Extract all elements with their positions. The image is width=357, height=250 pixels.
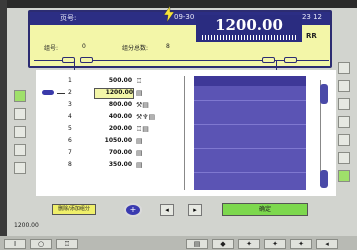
mode-button-4[interactable] (14, 144, 26, 156)
header-right-label: 23 12 (301, 13, 322, 21)
row-value: 700.00 (108, 149, 132, 156)
add-icon[interactable]: + (124, 203, 142, 217)
side-button-3[interactable] (338, 98, 350, 110)
tools-icon: ⚒▤ (136, 101, 149, 109)
divider-line (34, 60, 62, 61)
graphic-line (194, 124, 306, 125)
row-index: 2 (68, 89, 72, 96)
bezel-left (0, 0, 7, 250)
list-item[interactable]: 7 700.00 ▤ (42, 148, 192, 160)
header-mid-label: 09-30 (174, 13, 195, 21)
selection-marker-icon (42, 90, 54, 95)
divider-line (297, 60, 329, 61)
list-item[interactable]: 6 1050.00 ▤ (42, 136, 192, 148)
row-value: 500.00 (108, 77, 132, 84)
row-index: 5 (68, 125, 72, 132)
dock-button-7[interactable]: ✦ (264, 239, 286, 249)
weight-icon: ♖ (136, 77, 143, 85)
mode-button-3[interactable] (14, 126, 26, 138)
unit-label: RR (306, 32, 317, 40)
component-list: 1 500.00 ♖ 2 1200.00 ▤ 3 800.00 ⚒▤ 4 400… (42, 76, 192, 172)
main-value: 1200.00 (215, 16, 283, 34)
side-button-5[interactable] (338, 134, 350, 146)
side-button-1[interactable] (338, 62, 350, 74)
prev-icon[interactable]: ◂ (160, 204, 174, 216)
marker-pill (262, 57, 275, 63)
row-index: 6 (68, 137, 72, 144)
graphic-top-band (194, 76, 306, 86)
left-sidebar (14, 90, 28, 180)
list-item[interactable]: 1 500.00 ♖ (42, 76, 192, 88)
graphic-line (194, 172, 306, 173)
list-item[interactable]: 5 200.00 ♖▤ (42, 124, 192, 136)
graphic-line (194, 100, 306, 101)
mode-button-5[interactable] (14, 162, 26, 174)
row-value: 800.00 (108, 101, 132, 108)
row-index: 1 (68, 77, 72, 84)
dock-button-8[interactable]: ✦ (290, 239, 312, 249)
pointer-line (57, 93, 65, 94)
row-value: 1200.00 (94, 88, 134, 99)
status-value: 1200.00 (14, 222, 39, 229)
doc-icon: ▤ (136, 89, 143, 97)
doc-icon: ▤ (136, 149, 143, 157)
marker-pill (80, 57, 93, 63)
row-value: 1050.00 (104, 137, 132, 144)
divider-line (93, 60, 263, 61)
field1-value: 0 (82, 43, 86, 50)
side-button-2[interactable] (338, 80, 350, 92)
data-panel: 1 500.00 ♖ 2 1200.00 ▤ 3 800.00 ⚒▤ 4 400… (36, 70, 336, 196)
header-left-label: 页号: (60, 14, 77, 22)
list-item[interactable]: 8 350.00 ▤ (42, 160, 192, 172)
list-item-selected[interactable]: 2 1200.00 ▤ (42, 88, 192, 100)
graphic-line (194, 148, 306, 149)
lightning-icon (164, 6, 174, 22)
side-button-4[interactable] (338, 116, 350, 128)
right-sidebar (338, 62, 352, 188)
vertical-divider (184, 76, 185, 190)
dock-button-3[interactable]: ♖ (56, 239, 78, 249)
marker-pill (284, 57, 297, 63)
scroll-down-thumb[interactable] (320, 170, 328, 188)
dock-button-9[interactable]: ◂ (316, 239, 338, 249)
graphic-panel (194, 76, 306, 190)
list-item[interactable]: 4 400.00 ⚒♆▤ (42, 112, 192, 124)
row-index: 7 (68, 149, 72, 156)
doc-icon: ▤ (136, 137, 143, 145)
tools-icon: ⚒♆▤ (136, 113, 156, 121)
field1-label: 组号: (44, 45, 59, 52)
dock-button-2[interactable]: ○ (30, 239, 52, 249)
add-remove-button[interactable]: 删除/添加组分 (52, 204, 96, 215)
row-index: 8 (68, 161, 72, 168)
row-value: 350.00 (108, 161, 132, 168)
mode-button-2[interactable] (14, 108, 26, 120)
list-item[interactable]: 3 800.00 ⚒▤ (42, 100, 192, 112)
row-index: 3 (68, 101, 72, 108)
weight-icon: ♖▤ (136, 125, 149, 133)
device-screen: 页号: 09-30 23 12 1200.00 RR 组号: 0 组分总数: 8 (0, 0, 357, 250)
confirm-button[interactable]: 确定 (222, 203, 308, 216)
main-value-box: 1200.00 (196, 15, 302, 42)
field2-label: 组分总数: (122, 45, 149, 52)
side-button-6[interactable] (338, 152, 350, 164)
row-value: 400.00 (108, 113, 132, 120)
bezel-top (0, 0, 357, 8)
field2-value: 8 (166, 43, 170, 50)
row-value: 200.00 (108, 125, 132, 132)
dock-button-4[interactable]: ▤ (186, 239, 208, 249)
row-index: 4 (68, 113, 72, 120)
next-icon[interactable]: ▸ (188, 204, 202, 216)
doc-icon: ▤ (136, 161, 143, 169)
header-panel: 页号: 09-30 23 12 1200.00 RR 组号: 0 组分总数: 8 (28, 6, 332, 71)
mode-button-1[interactable] (14, 90, 26, 102)
dock-button-5[interactable]: ◆ (212, 239, 234, 249)
dock-button-6[interactable]: ✦ (238, 239, 260, 249)
value-ticks (202, 35, 296, 40)
scroll-up-thumb[interactable] (320, 84, 328, 104)
side-button-7[interactable] (338, 170, 350, 182)
dock-button-1[interactable]: I (4, 239, 26, 249)
